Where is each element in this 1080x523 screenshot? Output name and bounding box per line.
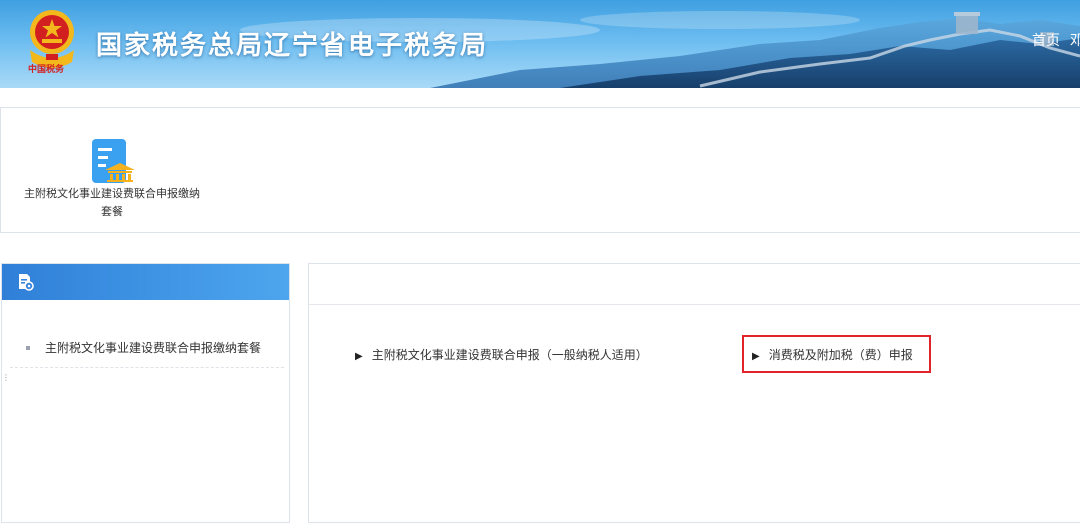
emblem-caption: 中国税务 xyxy=(28,65,65,75)
left-sidebar: 主附税文化事业建设费联合申报缴纳套餐 xyxy=(1,263,290,523)
package-card-label: 主附税文化事业建设费联合申报缴纳 套餐 xyxy=(9,185,215,221)
triangle-right-icon: ▶ xyxy=(355,351,363,362)
nav-next-link[interactable]: 邓 xyxy=(1070,30,1080,50)
package-card-label-line1: 主附税文化事业建设费联合申报缴纳 xyxy=(24,187,200,200)
consumption-tax-declaration-link[interactable]: ▶ 消费税及附加税（费）申报 xyxy=(752,346,913,363)
document-settings-icon xyxy=(19,274,34,291)
main-panel-header xyxy=(309,264,1080,305)
bullet-icon xyxy=(26,346,30,350)
sidebar-item-label: 主附税文化事业建设费联合申报缴纳套餐 xyxy=(45,341,262,355)
sidebar-item-package[interactable]: 主附税文化事业建设费联合申报缴纳套餐 xyxy=(2,330,289,368)
package-card[interactable]: 主附税文化事业建设费联合申报缴纳 套餐 xyxy=(9,134,215,224)
consumption-tax-declaration-link-label: 消费税及附加税（费）申报 xyxy=(768,348,913,362)
sidebar-header xyxy=(2,264,289,300)
document-bank-icon xyxy=(92,139,135,183)
joint-declaration-link[interactable]: ▶ 主附税文化事业建设费联合申报（一般纳税人适用） xyxy=(355,346,648,363)
site-title: 国家税务总局辽宁省电子税务局 xyxy=(96,31,489,61)
site-header: 中国税务 国家税务总局辽宁省电子税务局 首页 邓 xyxy=(0,0,1080,88)
main-content-panel: ▶ 主附税文化事业建设费联合申报（一般纳税人适用） ▶ 消费税及附加税（费）申报 xyxy=(308,263,1080,523)
sidebar-divider xyxy=(10,367,284,368)
package-card-label-line2: 套餐 xyxy=(101,205,123,218)
triangle-right-icon: ▶ xyxy=(752,351,760,362)
package-section: 主附税文化事业建设费联合申报缴纳 套餐 xyxy=(0,107,1080,233)
joint-declaration-link-label: 主附税文化事业建设费联合申报（一般纳税人适用） xyxy=(371,348,648,362)
nav-home-link[interactable]: 首页 xyxy=(1032,30,1060,50)
sidebar-resize-handle[interactable]: ⋮ xyxy=(2,373,10,382)
